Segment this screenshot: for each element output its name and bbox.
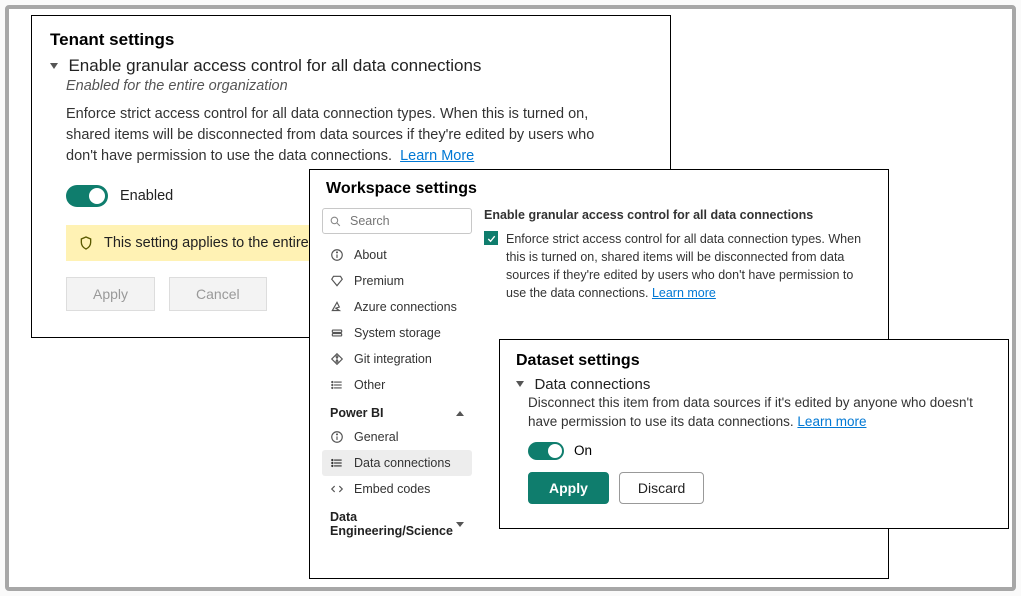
section-powerbi[interactable]: Power BI (322, 398, 472, 424)
enable-checkbox[interactable] (484, 231, 498, 245)
search-icon (329, 215, 342, 228)
chevron-down-icon[interactable] (516, 381, 524, 387)
cancel-button[interactable]: Cancel (169, 277, 267, 311)
sidebar-item-embed-codes[interactable]: Embed codes (322, 476, 472, 502)
git-icon (330, 352, 344, 366)
sidebar-item-about[interactable]: About (322, 242, 472, 268)
info-icon (330, 430, 344, 444)
enabled-toggle-label: Enabled (120, 188, 173, 204)
workspace-main-title: Enable granular access control for all d… (484, 208, 876, 222)
sidebar-item-git[interactable]: Git integration (322, 346, 472, 372)
learn-more-link[interactable]: Learn More (400, 148, 474, 164)
azure-icon (330, 300, 344, 314)
dataset-section-heading: Data connections (534, 376, 650, 393)
storage-icon (330, 326, 344, 340)
sidebar-item-azure[interactable]: Azure connections (322, 294, 472, 320)
sidebar-item-general[interactable]: General (322, 424, 472, 450)
dataset-toggle[interactable] (528, 442, 564, 460)
sidebar-item-other[interactable]: Other (322, 372, 472, 398)
search-input[interactable] (348, 213, 465, 229)
chevron-down-icon[interactable] (50, 63, 58, 69)
section-data-engineering[interactable]: Data Engineering/Science (322, 502, 472, 542)
workspace-main-description: Enforce strict access control for all da… (506, 230, 876, 303)
dataset-title: Dataset settings (516, 352, 992, 370)
sidebar-item-data-connections[interactable]: Data connections (322, 450, 472, 476)
learn-more-link[interactable]: Learn more (652, 286, 716, 300)
tenant-setting-description: Enforce strict access control for all da… (66, 104, 626, 167)
search-input-container[interactable] (322, 208, 472, 234)
sidebar-item-premium[interactable]: Premium (322, 268, 472, 294)
code-icon (330, 482, 344, 496)
dataset-description: Disconnect this item from data sources i… (528, 394, 992, 432)
enabled-toggle[interactable] (66, 185, 108, 207)
dataset-toggle-label: On (574, 443, 592, 458)
workspace-title: Workspace settings (326, 180, 876, 198)
shield-icon (78, 235, 94, 251)
chevron-up-icon (456, 411, 464, 416)
info-icon (330, 248, 344, 262)
check-icon (486, 233, 497, 244)
discard-button[interactable]: Discard (619, 472, 704, 504)
apply-button[interactable]: Apply (528, 472, 609, 504)
apply-button[interactable]: Apply (66, 277, 155, 311)
dataset-settings-panel: Dataset settings Data connections Discon… (499, 339, 1009, 529)
tenant-setting-subheading: Enabled for the entire organization (66, 78, 652, 94)
list-icon (330, 456, 344, 470)
list-icon (330, 378, 344, 392)
diamond-icon (330, 274, 344, 288)
chevron-down-icon (456, 522, 464, 527)
workspace-sidebar: About Premium Azure connections System s… (322, 208, 472, 542)
sidebar-item-storage[interactable]: System storage (322, 320, 472, 346)
tenant-setting-heading: Enable granular access control for all d… (68, 56, 481, 75)
learn-more-link[interactable]: Learn more (797, 414, 866, 429)
tenant-title: Tenant settings (50, 30, 652, 50)
